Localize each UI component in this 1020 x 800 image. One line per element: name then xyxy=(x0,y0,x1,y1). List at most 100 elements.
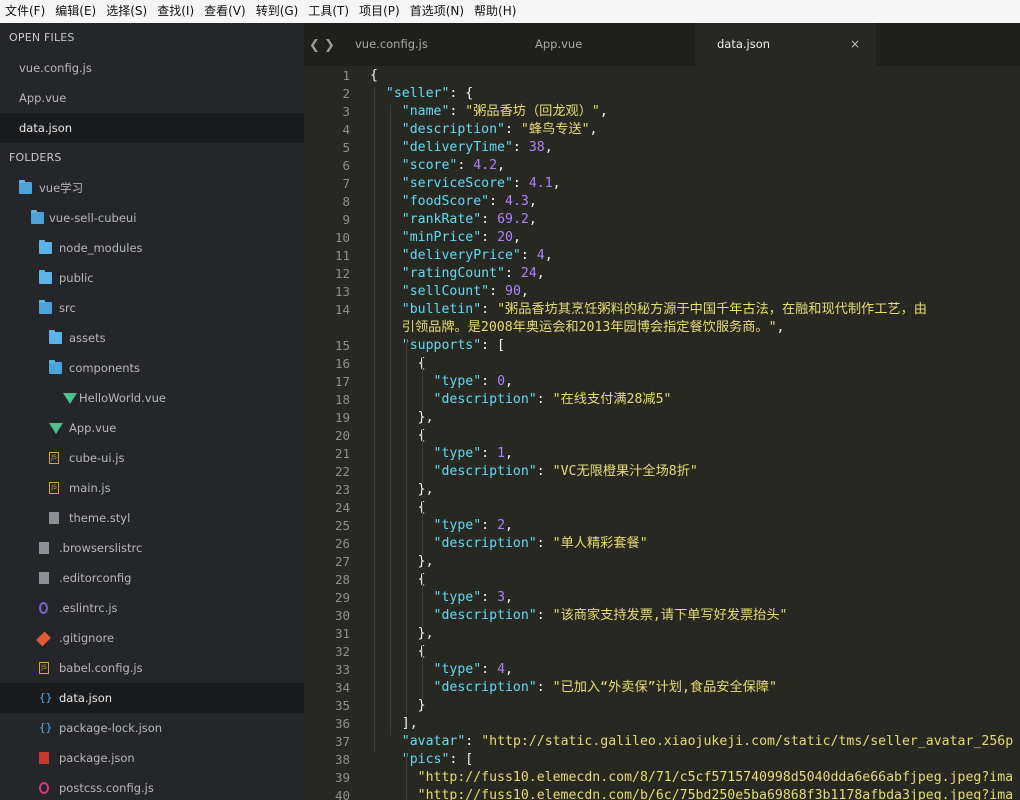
tree-item[interactable]: theme.styl xyxy=(0,503,304,533)
js-file-icon: JS xyxy=(39,662,49,674)
tree-item-label: package-lock.json xyxy=(59,721,163,735)
code-text: "foodScore": 4.3, xyxy=(401,194,537,209)
tree-item-label: theme.styl xyxy=(69,511,131,525)
tree-item[interactable]: node_modules xyxy=(0,233,304,263)
tree-item[interactable]: src xyxy=(0,293,304,323)
code-line: 25 "type": 2, xyxy=(304,517,1020,535)
open-file-item[interactable]: vue.config.js xyxy=(0,53,304,83)
tree-item[interactable]: public xyxy=(0,263,304,293)
code-text: "description": "蜂鸟专送", xyxy=(401,122,598,137)
code-line: 引领品牌。是2008年奥运会和2013年园博会指定餐饮服务商。", xyxy=(304,319,1020,337)
tab-label: vue.config.js xyxy=(355,37,428,51)
code-line: 29 "type": 3, xyxy=(304,589,1020,607)
indent-guide xyxy=(406,753,407,800)
tree-item[interactable]: .eslintrc.js xyxy=(0,593,304,623)
vue-file-icon xyxy=(49,423,63,434)
tree-item-label: public xyxy=(59,271,94,285)
tree-item[interactable]: .gitignore xyxy=(0,623,304,653)
code-line: 3 "name": "粥品香坊（回龙观）", xyxy=(304,103,1020,121)
tree-item[interactable]: JS main.js xyxy=(0,473,304,503)
menu-item[interactable]: 帮助(H) xyxy=(469,0,521,23)
tree-item[interactable]: vue学习 xyxy=(0,173,304,203)
tree-item[interactable]: App.vue xyxy=(0,413,304,443)
line-number: 19 xyxy=(334,410,350,425)
open-file-item[interactable]: data.json xyxy=(0,113,304,143)
menu-item[interactable]: 转到(G) xyxy=(251,0,304,23)
tab-App-vue[interactable]: App.vue xyxy=(490,23,695,66)
menu-item[interactable]: 文件(F) xyxy=(0,0,50,23)
tree-item[interactable]: JS cube-ui.js xyxy=(0,443,304,473)
code-text: "http://fuss10.elemecdn.com/8/71/c5cf571… xyxy=(417,770,1014,785)
close-icon[interactable]: × xyxy=(850,23,860,66)
chevron-right-icon[interactable]: ❯ xyxy=(324,38,335,53)
postcss-file-icon xyxy=(39,782,49,794)
menu-item[interactable]: 项目(P) xyxy=(354,0,405,23)
line-number: 38 xyxy=(334,752,350,767)
code-text: "ratingCount": 24, xyxy=(401,266,545,281)
folder-tree: vue学习 vue-sell-cubeui node_modulespublic sr… xyxy=(0,173,304,800)
chevron-left-icon[interactable]: ❮ xyxy=(309,38,320,53)
code-text: "avatar": "http://static.galileo.xiaojuk… xyxy=(401,734,1014,749)
tree-item[interactable]: .editorconfig xyxy=(0,563,304,593)
file-icon xyxy=(49,512,59,524)
code-text: "deliveryPrice": 4, xyxy=(401,248,553,263)
open-file-label: vue.config.js xyxy=(19,61,92,75)
line-number: 29 xyxy=(334,590,350,605)
tree-item[interactable]: HelloWorld.vue xyxy=(0,383,304,413)
indent-guide xyxy=(422,645,423,699)
line-number: 15 xyxy=(334,338,350,353)
tree-item-label: babel.config.js xyxy=(59,661,143,675)
menu-item[interactable]: 工具(T) xyxy=(303,0,354,23)
folder-open-icon xyxy=(31,210,44,224)
tree-item[interactable]: .browserslistrc xyxy=(0,533,304,563)
menu-bar: 文件(F) 编辑(E) 选择(S) 查找(I) 查看(V) 转到(G) 工具(T) 项目(P)… xyxy=(0,0,1020,24)
line-number: 12 xyxy=(334,266,350,281)
line-number: 5 xyxy=(342,140,350,155)
tree-item[interactable]: package.json xyxy=(0,743,304,773)
tree-item-label: main.js xyxy=(69,481,111,495)
line-number: 31 xyxy=(334,626,350,641)
tree-item-label: src xyxy=(59,301,76,315)
code-line: 24 { xyxy=(304,499,1020,517)
tab-vue-config-js[interactable]: vue.config.js xyxy=(349,23,490,66)
code-text: "sellCount": 90, xyxy=(401,284,529,299)
code-text: "description": "在线支付满28减5" xyxy=(433,392,672,407)
indent-guide xyxy=(422,357,423,411)
code-line: 9 "rankRate": 69.2, xyxy=(304,211,1020,229)
tree-item[interactable]: assets xyxy=(0,323,304,353)
menu-item[interactable]: 选择(S) xyxy=(101,0,152,23)
tree-item-label: node_modules xyxy=(59,241,143,255)
code-line: 32 { xyxy=(304,643,1020,661)
code-editor[interactable]: 1{2 "seller": {3 "name": "粥品香坊（回龙观）", 4 "… xyxy=(304,66,1020,800)
js-file-icon: JS xyxy=(49,452,59,464)
line-number: 7 xyxy=(342,176,350,191)
tree-item[interactable]: vue-sell-cubeui xyxy=(0,203,304,233)
line-number: 21 xyxy=(334,446,350,461)
tree-item[interactable]: {} package-lock.json xyxy=(0,713,304,743)
line-number: 28 xyxy=(334,572,350,587)
folder-icon xyxy=(49,330,62,344)
tree-item[interactable]: postcss.config.js xyxy=(0,773,304,800)
code-text: "deliveryTime": 38, xyxy=(401,140,553,155)
code-line: 5 "deliveryTime": 38, xyxy=(304,139,1020,157)
menu-item[interactable]: 查找(I) xyxy=(152,0,199,23)
open-files-list: vue.config.js App.vue data.json xyxy=(0,53,304,143)
code-text: "type": 3, xyxy=(433,590,513,605)
tab-data-json[interactable]: data.json × xyxy=(695,23,876,66)
menu-item[interactable]: 查看(V) xyxy=(199,0,251,23)
menu-item[interactable]: 编辑(E) xyxy=(50,0,101,23)
tree-item[interactable]: {} data.json xyxy=(0,683,304,713)
code-text: ], xyxy=(370,716,418,731)
code-text: { xyxy=(370,356,426,371)
menu-item[interactable]: 首选项(N) xyxy=(405,0,469,23)
tree-item[interactable]: JS babel.config.js xyxy=(0,653,304,683)
file-icon xyxy=(39,542,49,554)
code-text: "type": 2, xyxy=(433,518,513,533)
code-line: 13 "sellCount": 90, xyxy=(304,283,1020,301)
line-number: 2 xyxy=(342,86,350,101)
tree-item[interactable]: components xyxy=(0,353,304,383)
code-text: { xyxy=(370,428,426,443)
open-file-item[interactable]: App.vue xyxy=(0,83,304,113)
code-text: "description": "已加入“外卖保”计划,食品安全保障" xyxy=(433,680,777,695)
tree-item-label: App.vue xyxy=(69,421,117,435)
